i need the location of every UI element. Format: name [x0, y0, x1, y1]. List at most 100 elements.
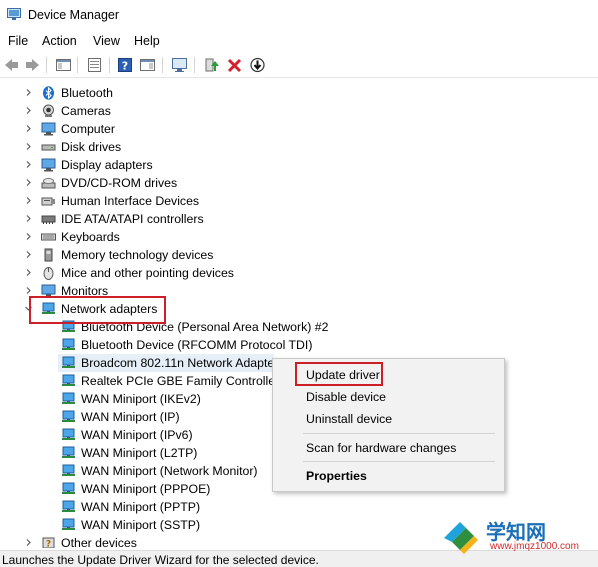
network-adapter-icon — [62, 482, 75, 494]
chevron-right-icon[interactable] — [24, 178, 33, 187]
category-label: Cameras — [61, 104, 111, 118]
tree-category[interactable]: Display adapters — [0, 156, 598, 174]
tree-category[interactable]: Computer — [0, 120, 598, 138]
chevron-right-icon[interactable] — [24, 286, 33, 295]
chevron-right-icon[interactable] — [24, 268, 33, 277]
display-adapter-icon — [41, 158, 56, 172]
network-adapter-icon — [62, 374, 75, 386]
chevron-right-icon[interactable] — [24, 214, 33, 223]
watermark-mark-icon — [444, 522, 478, 554]
chevron-right-icon[interactable] — [24, 232, 33, 241]
network-adapter-icon — [62, 338, 75, 350]
title-bar: Device Manager — [0, 0, 598, 30]
tree-category[interactable]: Human Interface Devices — [0, 192, 598, 210]
chevron-right-icon[interactable] — [24, 160, 33, 169]
mouse-icon — [43, 267, 54, 280]
tree-category[interactable]: DVD/CD-ROM drives — [0, 174, 598, 192]
network-adapter-icon — [42, 302, 55, 314]
computer-icon — [41, 122, 56, 136]
uninstall-x-icon[interactable] — [226, 57, 243, 73]
forward-icon[interactable] — [24, 57, 41, 73]
network-adapter-icon — [62, 356, 75, 368]
tree-category[interactable]: IDE ATA/ATAPI controllers — [0, 210, 598, 228]
category-label: Memory technology devices — [61, 248, 214, 262]
device-label: WAN Miniport (PPPOE) — [81, 482, 211, 496]
svg-text:?: ? — [46, 540, 51, 549]
device-label: Bluetooth Device (Personal Area Network)… — [81, 320, 329, 334]
device-label: WAN Miniport (PPTP) — [81, 500, 201, 514]
tree-category-network-adapters[interactable]: Network adapters — [0, 300, 598, 318]
properties-sheet-icon[interactable] — [86, 57, 103, 73]
chevron-right-icon[interactable] — [24, 196, 33, 205]
menu-file[interactable]: File — [8, 34, 28, 48]
tree-category[interactable]: Bluetooth — [0, 84, 598, 102]
network-adapter-icon — [62, 410, 75, 422]
show-hide-console-tree-icon[interactable] — [55, 57, 72, 73]
uninstall-device-item[interactable]: Uninstall device — [306, 412, 392, 426]
category-label: Monitors — [61, 284, 109, 298]
menu-separator — [303, 433, 495, 434]
menu-view[interactable]: View — [93, 34, 120, 48]
camera-icon — [43, 104, 54, 117]
device-label: WAN Miniport (Network Monitor) — [81, 464, 258, 478]
tree-category[interactable]: Monitors — [0, 282, 598, 300]
dvd-drive-icon — [41, 178, 56, 189]
network-adapter-icon — [62, 446, 75, 458]
back-icon[interactable] — [3, 57, 20, 73]
action-pane-icon[interactable] — [139, 57, 156, 73]
category-label: Display adapters — [61, 158, 153, 172]
chevron-right-icon[interactable] — [24, 538, 33, 547]
chevron-right-icon[interactable] — [24, 124, 33, 133]
chevron-right-icon[interactable] — [24, 142, 33, 151]
device-label: WAN Miniport (SSTP) — [81, 518, 201, 532]
network-adapter-icon — [62, 500, 75, 512]
category-label: Keyboards — [61, 230, 120, 244]
menu-help[interactable]: Help — [134, 34, 160, 48]
tree-category[interactable]: Disk drives — [0, 138, 598, 156]
category-label: Mice and other pointing devices — [61, 266, 234, 280]
scan-hardware-item[interactable]: Scan for hardware changes — [306, 441, 456, 455]
tree-category[interactable]: Mice and other pointing devices — [0, 264, 598, 282]
category-label: DVD/CD-ROM drives — [61, 176, 178, 190]
watermark-url: www.jmqz1000.com — [490, 541, 579, 552]
keyboard-icon — [41, 233, 56, 241]
network-adapter-item[interactable]: Bluetooth Device (Personal Area Network)… — [0, 318, 598, 336]
category-label: Other devices — [61, 536, 137, 548]
update-driver-toolbar-icon[interactable] — [203, 57, 220, 73]
network-adapter-item[interactable]: WAN Miniport (PPTP) — [0, 498, 598, 516]
chevron-right-icon[interactable] — [24, 250, 33, 259]
network-adapter-item[interactable]: Bluetooth Device (RFCOMM Protocol TDI) — [0, 336, 598, 354]
menu-separator — [303, 461, 495, 462]
menu-action[interactable]: Action — [42, 34, 77, 48]
tree-category[interactable]: Memory technology devices — [0, 246, 598, 264]
update-driver-item[interactable]: Update driver — [306, 368, 380, 382]
hid-icon — [41, 197, 55, 206]
device-label: WAN Miniport (IKEv2) — [81, 392, 201, 406]
category-label: Human Interface Devices — [61, 194, 200, 208]
device-manager-icon — [7, 8, 21, 20]
chevron-right-icon[interactable] — [24, 106, 33, 115]
chevron-down-icon[interactable] — [24, 304, 33, 313]
network-adapter-icon — [62, 428, 75, 440]
context-menu: Update driver Disable device Uninstall d… — [272, 358, 505, 492]
chevron-right-icon[interactable] — [24, 88, 33, 97]
network-adapter-icon — [62, 464, 75, 476]
category-label: Bluetooth — [61, 86, 113, 100]
monitor-scan-icon[interactable] — [171, 57, 188, 73]
category-label: Computer — [61, 122, 115, 136]
help-icon[interactable]: ? — [117, 57, 134, 73]
tree-category[interactable]: Cameras — [0, 102, 598, 120]
device-label: WAN Miniport (L2TP) — [81, 446, 198, 460]
monitor-icon — [41, 284, 56, 298]
device-label: Broadcom 802.11n Network Adapter — [81, 356, 279, 370]
disk-drive-icon — [41, 144, 56, 151]
watermark-logo: 学知网 www.jmqz1000.com — [440, 516, 595, 556]
enable-device-icon[interactable] — [249, 57, 266, 73]
bluetooth-icon — [43, 86, 54, 100]
tree-category[interactable]: Keyboards — [0, 228, 598, 246]
properties-item[interactable]: Properties — [306, 469, 367, 483]
disable-device-item[interactable]: Disable device — [306, 390, 386, 404]
device-label: WAN Miniport (IPv6) — [81, 428, 193, 442]
category-label: Network adapters — [61, 302, 158, 316]
toolbar: ? — [0, 53, 598, 78]
